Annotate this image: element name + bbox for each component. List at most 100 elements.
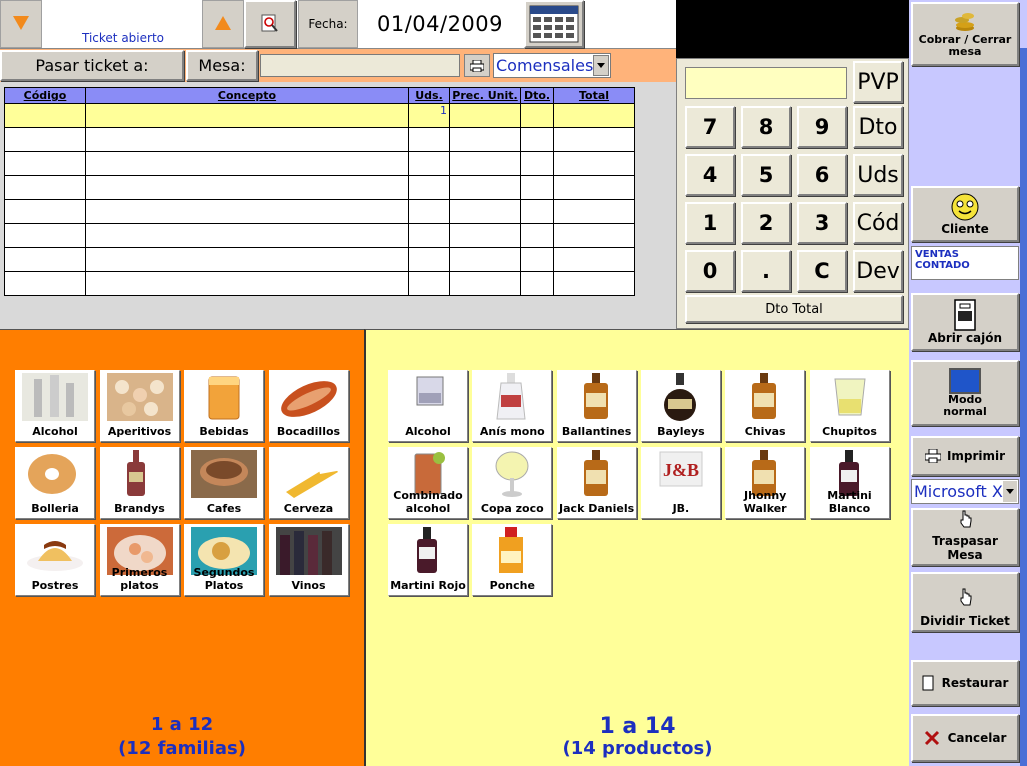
table-cell[interactable] bbox=[520, 271, 554, 296]
table-cell[interactable] bbox=[408, 271, 450, 296]
product-tile[interactable]: Jhonny Walker bbox=[725, 447, 806, 519]
product-tile[interactable]: Ponche bbox=[472, 524, 553, 596]
mesa-input[interactable] bbox=[260, 54, 460, 77]
column-header[interactable]: Concepto bbox=[85, 87, 409, 104]
imprimir-button[interactable]: Imprimir bbox=[911, 436, 1019, 476]
product-tile[interactable]: Martini Blanco bbox=[809, 447, 890, 519]
dividir-ticket-button[interactable]: Dividir Ticket bbox=[911, 572, 1019, 632]
column-header[interactable]: Código bbox=[4, 87, 86, 104]
abrir-cajon-button[interactable]: Abrir cajón bbox=[911, 293, 1019, 351]
cancelar-button[interactable]: Cancelar bbox=[911, 714, 1019, 762]
pasar-ticket-button[interactable]: Pasar ticket a: bbox=[0, 50, 184, 81]
key-4[interactable]: 4 bbox=[685, 154, 735, 196]
product-tile[interactable]: Chupitos bbox=[809, 370, 890, 442]
key-pvp[interactable]: PVP bbox=[853, 61, 903, 103]
table-cell[interactable] bbox=[408, 223, 450, 248]
table-cell[interactable] bbox=[553, 127, 635, 152]
product-tile[interactable]: Ballantines bbox=[556, 370, 637, 442]
product-tile[interactable]: J&B JB. bbox=[640, 447, 721, 519]
table-cell[interactable] bbox=[520, 151, 554, 176]
key-7[interactable]: 7 bbox=[685, 106, 735, 148]
key-dev[interactable]: Dev bbox=[853, 250, 903, 292]
table-cell[interactable] bbox=[553, 103, 635, 128]
table-cell[interactable] bbox=[85, 103, 409, 128]
category-tile[interactable]: Vinos bbox=[268, 524, 349, 596]
dto-total-button[interactable]: Dto Total bbox=[685, 295, 903, 323]
product-tile[interactable]: Bayleys bbox=[640, 370, 721, 442]
restaurar-button[interactable]: Restaurar bbox=[911, 660, 1019, 706]
table-cell[interactable] bbox=[520, 223, 554, 248]
table-cell[interactable] bbox=[85, 151, 409, 176]
column-header[interactable]: Prec. Unit. bbox=[449, 87, 521, 104]
key-5[interactable]: 5 bbox=[741, 154, 791, 196]
product-tile[interactable]: Jack Daniels bbox=[556, 447, 637, 519]
mesa-print-button[interactable] bbox=[464, 54, 490, 77]
table-cell[interactable] bbox=[520, 199, 554, 224]
product-tile[interactable]: Chivas bbox=[725, 370, 806, 442]
table-cell[interactable] bbox=[449, 127, 521, 152]
table-cell[interactable] bbox=[520, 127, 554, 152]
table-row[interactable] bbox=[4, 127, 635, 152]
comensales-select[interactable]: Comensales bbox=[493, 53, 611, 78]
table-cell[interactable] bbox=[553, 223, 635, 248]
table-cell[interactable] bbox=[449, 175, 521, 200]
next-ticket-button[interactable] bbox=[202, 0, 244, 48]
modo-normal-button[interactable]: Modo normal bbox=[911, 360, 1019, 426]
key-1[interactable]: 1 bbox=[685, 202, 735, 244]
table-cell[interactable] bbox=[408, 151, 450, 176]
table-cell[interactable] bbox=[408, 127, 450, 152]
category-tile[interactable]: Cerveza bbox=[268, 447, 349, 519]
key-2[interactable]: 2 bbox=[741, 202, 791, 244]
key-cod[interactable]: Cód bbox=[853, 202, 903, 244]
product-tile[interactable]: Alcohol bbox=[388, 370, 468, 442]
key-clear[interactable]: C bbox=[797, 250, 847, 292]
table-cell[interactable] bbox=[449, 223, 521, 248]
table-cell[interactable] bbox=[4, 175, 86, 200]
product-tile[interactable]: Martini Rojo bbox=[388, 524, 468, 596]
category-tile[interactable]: Bocadillos bbox=[268, 370, 349, 442]
table-cell[interactable] bbox=[449, 151, 521, 176]
table-cell[interactable] bbox=[4, 151, 86, 176]
key-3[interactable]: 3 bbox=[797, 202, 847, 244]
search-ticket-button[interactable] bbox=[244, 0, 296, 48]
printer-select[interactable]: Microsoft X bbox=[911, 479, 1019, 504]
table-cell[interactable] bbox=[449, 103, 521, 128]
table-cell[interactable]: 1 bbox=[408, 103, 450, 128]
key-0[interactable]: 0 bbox=[685, 250, 735, 292]
cliente-button[interactable]: Cliente bbox=[911, 186, 1019, 242]
column-header[interactable]: Uds. bbox=[408, 87, 450, 104]
table-cell[interactable] bbox=[85, 127, 409, 152]
key-6[interactable]: 6 bbox=[797, 154, 847, 196]
table-cell[interactable] bbox=[85, 199, 409, 224]
table-cell[interactable] bbox=[85, 247, 409, 272]
category-tile[interactable]: Segundos Platos bbox=[184, 524, 264, 596]
table-cell[interactable] bbox=[408, 199, 450, 224]
category-tile[interactable]: Postres bbox=[15, 524, 95, 596]
category-tile[interactable]: Bolleria bbox=[15, 447, 95, 519]
category-tile[interactable]: Bebidas bbox=[184, 370, 264, 442]
column-header[interactable]: Dto. bbox=[520, 87, 554, 104]
table-cell[interactable] bbox=[85, 271, 409, 296]
table-row[interactable]: 1 bbox=[4, 103, 635, 128]
table-cell[interactable] bbox=[449, 247, 521, 272]
sidebar-scrollbar[interactable] bbox=[1020, 48, 1027, 766]
table-row[interactable] bbox=[4, 247, 635, 272]
table-cell[interactable] bbox=[4, 199, 86, 224]
category-tile[interactable]: Primeros platos bbox=[99, 524, 180, 596]
table-cell[interactable] bbox=[4, 103, 86, 128]
table-cell[interactable] bbox=[553, 151, 635, 176]
category-tile[interactable]: Aperitivos bbox=[99, 370, 180, 442]
table-cell[interactable] bbox=[4, 247, 86, 272]
table-row[interactable] bbox=[4, 175, 635, 200]
column-header[interactable]: Total bbox=[553, 87, 635, 104]
table-cell[interactable] bbox=[85, 223, 409, 248]
table-row[interactable] bbox=[4, 151, 635, 176]
key-decimal[interactable]: . bbox=[741, 250, 791, 292]
table-cell[interactable] bbox=[408, 247, 450, 272]
table-cell[interactable] bbox=[553, 175, 635, 200]
category-tile[interactable]: Cafes bbox=[184, 447, 264, 519]
table-cell[interactable] bbox=[408, 175, 450, 200]
table-cell[interactable] bbox=[85, 175, 409, 200]
table-cell[interactable] bbox=[553, 271, 635, 296]
table-cell[interactable] bbox=[520, 247, 554, 272]
